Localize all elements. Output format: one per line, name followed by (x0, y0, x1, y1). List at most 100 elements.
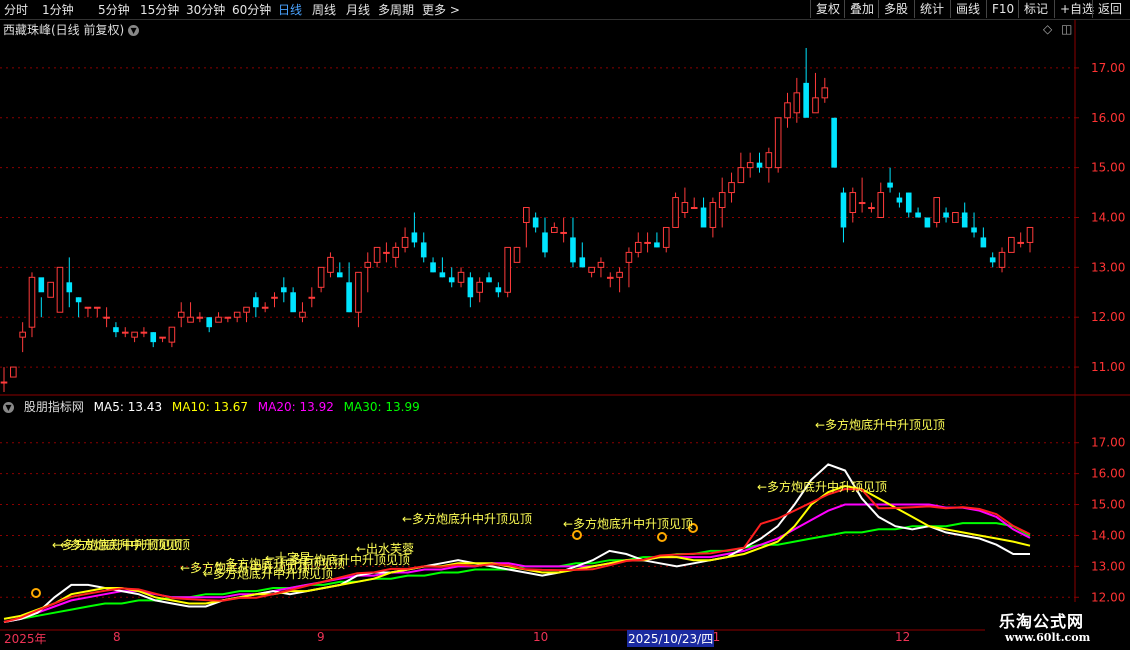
price-tick-label: 17.00 (1091, 61, 1125, 75)
candle-body (896, 197, 903, 203)
candle-body (868, 207, 875, 210)
candle-body (905, 192, 912, 213)
candle-body (66, 282, 73, 293)
candle-body (943, 212, 949, 218)
logo-title: 乐淘公式网 (999, 612, 1085, 631)
candle-body (271, 296, 278, 299)
candle-body (784, 102, 791, 119)
candle-body (373, 246, 381, 263)
candle-body (924, 217, 931, 228)
candle-body (0, 381, 8, 384)
stock-chart[interactable]: 11.0012.0013.0014.0015.0016.0017.0012.00… (0, 0, 1130, 650)
candle-body (150, 332, 157, 343)
indicator-tick-label: 13.00 (1091, 559, 1125, 573)
candle-body (93, 306, 101, 309)
price-tick-label: 16.00 (1091, 111, 1125, 125)
candle-body (728, 182, 735, 194)
candle-body (336, 272, 343, 278)
candle-body (177, 311, 185, 318)
signal-annotation: ←多方炮底升中升顶见顶 (757, 479, 887, 494)
candle-body (980, 237, 987, 248)
candle-body (542, 232, 548, 253)
signal-annotation: ←多方炮底升中升顶见顶 (60, 537, 190, 552)
candle-body (215, 316, 222, 323)
candle-body (317, 266, 325, 288)
candle-body (1008, 236, 1015, 253)
candle-body (998, 251, 1006, 268)
candle-body (690, 207, 698, 210)
signal-marker (657, 532, 667, 542)
candle-body (831, 117, 837, 168)
candle-body (971, 227, 977, 233)
candle-body (625, 251, 633, 263)
candle-body (28, 276, 36, 328)
candle-body (504, 246, 511, 293)
signal-marker (572, 530, 582, 540)
candle-body (308, 296, 316, 299)
candle-body (513, 246, 521, 263)
candle-body (774, 117, 782, 169)
candle-body (140, 331, 148, 334)
candle-body (355, 271, 362, 313)
candle-body (103, 316, 110, 319)
candle-body (812, 97, 819, 114)
candle-body (560, 231, 567, 234)
candle-body (243, 306, 250, 313)
candle-body (915, 212, 921, 218)
candle-body (159, 336, 166, 339)
candle-body (457, 271, 465, 283)
candle-body (933, 197, 941, 223)
candle-body (261, 306, 269, 309)
cursor-date: 2025/10/23/四 (627, 630, 715, 647)
candle-body (1026, 226, 1034, 243)
date-label: 9 (317, 630, 325, 644)
candle-body (877, 192, 885, 218)
candle-body (131, 331, 138, 338)
candle-body (168, 326, 176, 343)
date-label: 2025年 (4, 632, 47, 646)
signal-red-line (3, 487, 1031, 623)
candle-body (840, 192, 847, 228)
candle-body (392, 246, 400, 258)
candle-body (606, 276, 614, 279)
candle-body (588, 266, 595, 273)
candle-body (551, 226, 558, 233)
candle-body (476, 281, 483, 293)
candle-body (532, 217, 539, 228)
candle-body (411, 232, 418, 243)
price-tick-label: 15.00 (1091, 161, 1125, 175)
candle-body (233, 311, 241, 318)
candle-body (383, 251, 390, 254)
candle-body (597, 261, 605, 268)
candle-body (952, 212, 959, 223)
candle-body (654, 242, 660, 248)
signal-annotation: ←出水芙蓉 (356, 542, 414, 556)
candle-body (989, 257, 996, 263)
candle-body (672, 197, 679, 228)
candle-body (486, 277, 492, 283)
candle-body (346, 282, 352, 313)
candle-body (644, 241, 651, 244)
signal-annotation: ←多方炮底升中升顶见顶 (815, 417, 945, 432)
price-tick-label: 13.00 (1091, 260, 1125, 274)
indicator-tick-label: 17.00 (1091, 436, 1125, 450)
candle-body (756, 162, 763, 168)
signal-annotation: ←十字星 (265, 550, 311, 565)
candle-body (420, 242, 427, 258)
candle-body (75, 297, 82, 303)
candle-body (10, 366, 17, 378)
candle-body (803, 82, 809, 118)
date-axis: 2025年 8 9 10 11 12 2025/10/23/四 (0, 630, 1075, 650)
indicator-tick-label: 15.00 (1091, 498, 1125, 512)
candle-body (187, 316, 194, 323)
candle-body (700, 207, 707, 228)
price-tick-label: 12.00 (1091, 310, 1125, 324)
candle-body (495, 287, 502, 293)
candle-body (364, 261, 372, 268)
candle-body (765, 152, 773, 169)
indicator-tick-label: 16.00 (1091, 467, 1125, 481)
candle-body (38, 277, 45, 293)
site-logo: 乐淘公式网 www.60lt.com (985, 602, 1130, 650)
price-tick-label: 11.00 (1091, 360, 1125, 374)
candle-body (121, 331, 129, 334)
